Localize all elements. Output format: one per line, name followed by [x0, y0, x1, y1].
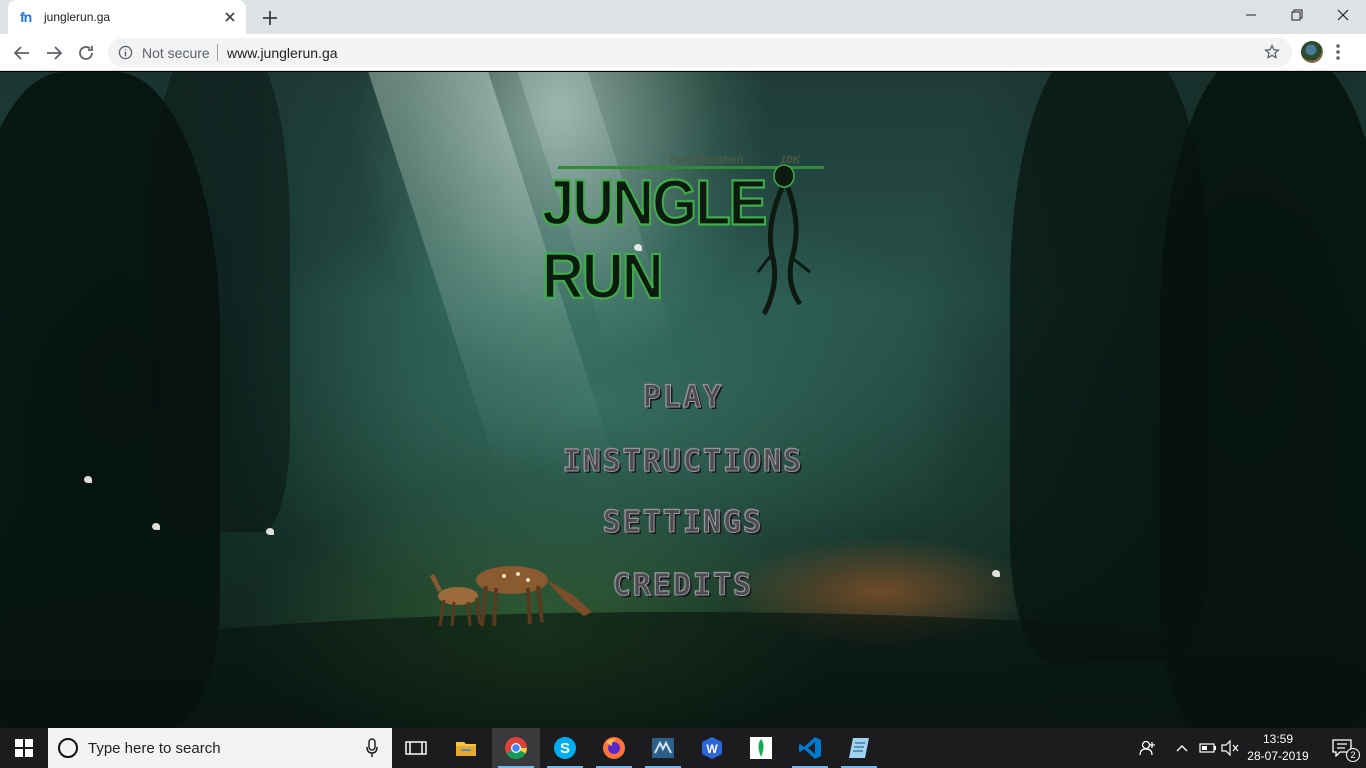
clock-time: 13:59 — [1262, 732, 1294, 746]
play-button[interactable]: PLAY — [0, 380, 1366, 416]
info-icon[interactable] — [118, 45, 133, 65]
minimize-icon[interactable] — [1228, 0, 1274, 30]
file-explorer-icon[interactable] — [442, 728, 490, 768]
game-canvas[interactable]: Half Marathon 10K JUNGLE RUN PLAY INSTRU… — [0, 72, 1366, 728]
logo-tagline: Half Marathon — [670, 154, 744, 166]
jungle-run-logo: Half Marathon 10K JUNGLE RUN — [540, 154, 830, 334]
cortana-icon — [58, 738, 78, 758]
battery-icon[interactable] — [1196, 728, 1220, 768]
volume-muted-icon[interactable] — [1218, 728, 1242, 768]
search-placeholder: Type here to search — [88, 740, 221, 757]
windows-start-icon[interactable] — [0, 728, 48, 768]
task-view-icon[interactable] — [392, 728, 440, 768]
instructions-button[interactable]: INSTRUCTIONS — [0, 444, 1366, 480]
plus-icon[interactable] — [258, 6, 282, 30]
url-text[interactable]: www.junglerun.ga — [227, 45, 338, 61]
windows-taskbar: Type here to search S W 13:59 28-07-2019… — [0, 728, 1366, 768]
browser-tab[interactable]: fn junglerun.ga — [8, 0, 246, 34]
kebab-icon[interactable] — [1336, 43, 1340, 66]
notepad-icon[interactable] — [835, 728, 883, 768]
arrow-right-icon[interactable] — [41, 40, 67, 66]
address-bar[interactable]: Not secure www.junglerun.ga — [108, 38, 1292, 67]
security-label[interactable]: Not secure — [142, 45, 210, 61]
chevron-up-icon[interactable] — [1170, 728, 1194, 768]
close-icon[interactable] — [1320, 0, 1366, 30]
credits-button[interactable]: CREDITS — [0, 568, 1366, 604]
vm-icon[interactable] — [639, 728, 687, 768]
restore-icon[interactable] — [1274, 0, 1320, 30]
taskbar-clock[interactable]: 13:59 28-07-2019 — [1244, 731, 1312, 765]
notification-count-badge: 2 — [1346, 748, 1360, 762]
vscode-icon[interactable] — [786, 728, 834, 768]
people-icon[interactable] — [1134, 728, 1162, 768]
site-favicon-icon: fn — [20, 9, 32, 25]
svg-text:S: S — [560, 740, 570, 757]
star-icon[interactable] — [1264, 43, 1280, 65]
omnibox-divider — [217, 44, 218, 61]
clock-date: 28-07-2019 — [1247, 749, 1309, 763]
chrome-icon[interactable] — [492, 728, 540, 768]
screen: fn junglerun.ga Not secure www.junglerun… — [0, 0, 1366, 768]
notification-center-icon[interactable]: 2 — [1322, 728, 1362, 768]
taskbar-search-box[interactable]: Type here to search — [48, 728, 392, 768]
mongodb-compass-icon[interactable] — [737, 728, 785, 768]
browser-tab-strip: fn junglerun.ga — [0, 0, 1366, 34]
profile-avatar[interactable] — [1301, 41, 1323, 63]
reload-icon[interactable] — [73, 40, 99, 66]
skype-icon[interactable]: S — [541, 728, 589, 768]
svg-text:W: W — [706, 742, 718, 756]
settings-button[interactable]: SETTINGS — [0, 505, 1366, 541]
wps-writer-icon[interactable]: W — [688, 728, 736, 768]
arrow-left-icon[interactable] — [9, 40, 35, 66]
close-icon[interactable] — [222, 9, 238, 25]
browser-toolbar: Not secure www.junglerun.ga — [0, 34, 1366, 71]
runner-figure-icon — [756, 164, 811, 316]
microphone-icon[interactable] — [366, 738, 378, 763]
tab-title: junglerun.ga — [44, 10, 111, 24]
firefox-icon[interactable] — [590, 728, 638, 768]
